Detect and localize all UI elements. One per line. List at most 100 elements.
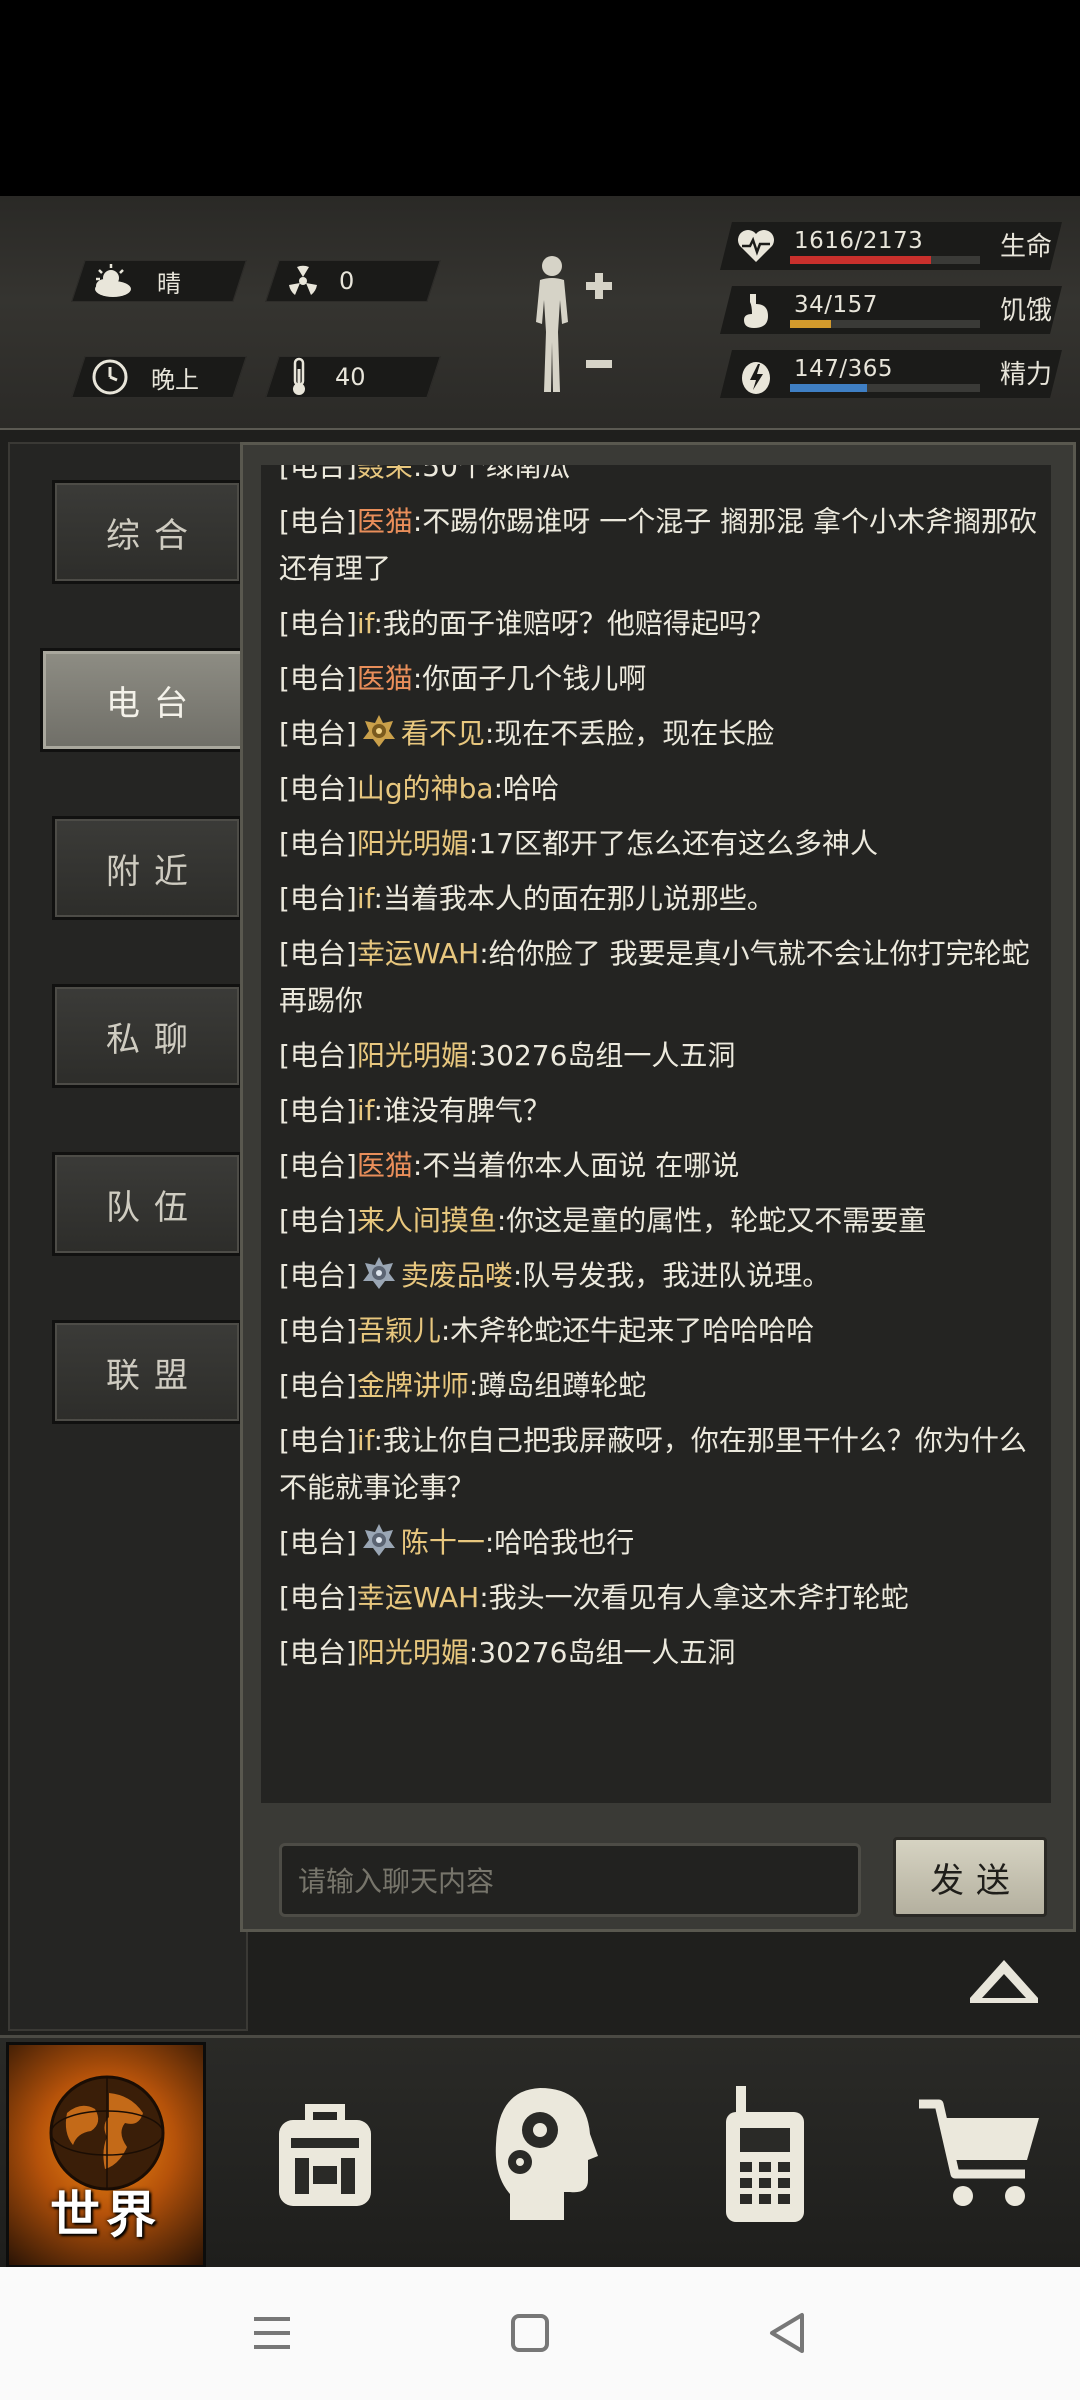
channel-tag: [电台] (279, 827, 357, 860)
chat-message: [电台]if:我让你自己把我屏蔽呀，你在那里干什么？你为什么不能就事论事？ (261, 1413, 1051, 1515)
energy-value: 147/365 (794, 356, 894, 382)
chat-message: [电台]医猫:你面子几个钱儿啊 (261, 651, 1051, 706)
chat-username[interactable]: 阳光明媚 (357, 827, 469, 860)
chat-username[interactable]: 幸运WAH (357, 1581, 479, 1614)
radiation-icon (285, 263, 321, 299)
tab-team[interactable]: 队伍 (52, 1152, 242, 1256)
status-bar (0, 0, 1080, 196)
channel-tag: [电台] (279, 1314, 357, 1347)
channel-tag: [电台] (279, 607, 357, 640)
send-button[interactable]: 发送 (893, 1837, 1047, 1917)
channel-tag: [电台] (279, 937, 357, 970)
chat-text: :我让你自己把我屏蔽呀，你在那里干什么？你为什么不能就事论事？ (279, 1424, 1027, 1504)
nav-skills-button[interactable] (470, 2038, 620, 2270)
back-icon[interactable] (758, 2303, 818, 2363)
health-label: 生命 (1000, 232, 1053, 262)
chat-username[interactable]: 聂荣 (357, 465, 413, 483)
chat-username[interactable]: 医猫 (357, 505, 413, 538)
chat-text: :哈哈 (493, 772, 560, 805)
chat-text: :我头一次看见有人拿这木斧打轮蛇 (479, 1581, 909, 1614)
skills-head-icon (495, 2088, 598, 2220)
rank-badge-icon (361, 1255, 397, 1291)
chat-username[interactable]: 吾颖儿 (357, 1314, 441, 1347)
hunger-value: 34/157 (794, 292, 878, 318)
chat-username[interactable]: 来人间摸鱼 (357, 1204, 497, 1237)
chat-text: :50个绿南瓜 (412, 465, 570, 483)
nav-shop-button[interactable] (900, 2038, 1060, 2270)
chat-panel: [电台]聂荣:50个绿南瓜 [电台]医猫:不踢你踢谁呀 一个混子 搁那混 拿个小木… (240, 442, 1076, 1932)
chat-text: :谁没有脾气？ (373, 1094, 551, 1127)
chat-username[interactable]: if (357, 1424, 374, 1457)
health-bar (790, 256, 980, 264)
human-body-icon (536, 256, 612, 392)
radiation-pill: 0 (265, 260, 441, 302)
energy-label: 精力 (1000, 360, 1053, 390)
time-of-day-text: 晚上 (151, 365, 199, 394)
chat-message: [电台]阳光明媚:30276岛组一人五洞 (261, 1028, 1051, 1083)
chat-text: :队号发我，我进队说理。 (512, 1259, 831, 1292)
time-pill: 晚上 (71, 356, 247, 398)
nav-world-button[interactable]: 世界 (6, 2042, 206, 2268)
body-status-button[interactable] (522, 252, 622, 402)
channel-tag: [电台] (279, 505, 357, 538)
chat-text: :17区都开了怎么还有这么多神人 (468, 827, 878, 860)
chat-username[interactable]: 幸运WAH (357, 937, 479, 970)
chat-message: [电台] 卖废品喽:队号发我，我进队说理。 (261, 1248, 1051, 1303)
channel-tag: [电台] (279, 717, 357, 750)
thermometer-icon (289, 357, 309, 397)
channel-tag: [电台] (279, 772, 357, 805)
chat-username[interactable]: 医猫 (357, 1149, 413, 1182)
channel-tag: [电台] (279, 1149, 357, 1182)
rank-badge-icon (361, 713, 397, 749)
chat-input-placeholder: 请输入聊天内容 (298, 1865, 495, 1898)
chat-username[interactable]: 陈十一 (401, 1526, 485, 1559)
collapse-chevron-icon[interactable] (968, 1958, 1040, 2004)
system-nav-bar (0, 2267, 1080, 2400)
chat-text: :30276岛组一人五洞 (468, 1636, 736, 1669)
energy-stat: 147/365 精力 (720, 350, 1062, 400)
chat-text: :现在不丢脸，现在长脸 (484, 717, 775, 750)
chat-username[interactable]: 金牌讲师 (357, 1369, 469, 1402)
weather-pill: 晴 (71, 260, 247, 302)
temperature-value: 40 (335, 363, 366, 391)
stomach-icon (740, 292, 772, 334)
channel-tag: [电台] (279, 1094, 357, 1127)
chat-username[interactable]: 阳光明媚 (357, 1636, 469, 1669)
chat-message: [电台]if:我的面子谁赔呀？他赔得起吗？ (261, 596, 1051, 651)
chat-text: :木斧轮蛇还牛起来了哈哈哈哈 (440, 1314, 815, 1347)
temperature-pill: 40 (265, 356, 441, 398)
nav-radio-button[interactable] (690, 2038, 840, 2270)
chat-username[interactable]: 山g的神ba (357, 772, 494, 805)
chat-message: [电台] 看不见:现在不丢脸，现在长脸 (261, 706, 1051, 761)
chat-message: [电台]幸运WAH:我头一次看见有人拿这木斧打轮蛇 (261, 1570, 1051, 1625)
tab-private[interactable]: 私聊 (52, 984, 242, 1088)
chat-username[interactable]: 卖废品喽 (401, 1259, 513, 1292)
chat-message: [电台]阳光明媚:30276岛组一人五洞 (261, 1625, 1051, 1680)
chat-input[interactable]: 请输入聊天内容 (279, 1843, 861, 1917)
chat-log[interactable]: [电台]聂荣:50个绿南瓜 [电台]医猫:不踢你踢谁呀 一个混子 搁那混 拿个小木… (261, 465, 1051, 1803)
chat-message: [电台]山g的神ba:哈哈 (261, 761, 1051, 816)
nav-backpack-button[interactable] (250, 2038, 400, 2270)
channel-tag: [电台] (279, 1526, 357, 1559)
energy-icon (738, 356, 774, 400)
chat-username[interactable]: 医猫 (357, 662, 413, 695)
chat-message: [电台]医猫:不当着你本人面说 在哪说 (261, 1138, 1051, 1193)
chat-message: [电台]幸运WAH:给你脸了 我要是真小气就不会让你打完轮蛇再踢你 (261, 926, 1051, 1028)
heart-pulse-icon (736, 228, 776, 268)
channel-tab-column: 综合 电台 附近 私聊 队伍 联盟 (8, 442, 254, 2031)
tab-general[interactable]: 综合 (52, 480, 242, 584)
health-stat: 1616/2173 生命 (720, 222, 1062, 270)
chat-username[interactable]: 看不见 (401, 717, 485, 750)
channel-tag: [电台] (279, 1259, 357, 1292)
chat-username[interactable]: 阳光明媚 (357, 1039, 469, 1072)
chat-username[interactable]: if (357, 882, 374, 915)
tab-nearby[interactable]: 附近 (52, 816, 242, 920)
tab-alliance[interactable]: 联盟 (52, 1320, 242, 1424)
menu-icon[interactable] (242, 2303, 302, 2363)
chat-username[interactable]: if (357, 607, 374, 640)
home-icon[interactable] (500, 2303, 560, 2363)
chat-username[interactable]: if (357, 1094, 374, 1127)
tab-radio[interactable]: 电台 (40, 648, 254, 752)
chat-message: [电台]阳光明媚:17区都开了怎么还有这么多神人 (261, 816, 1051, 871)
radiation-value: 0 (339, 267, 355, 295)
